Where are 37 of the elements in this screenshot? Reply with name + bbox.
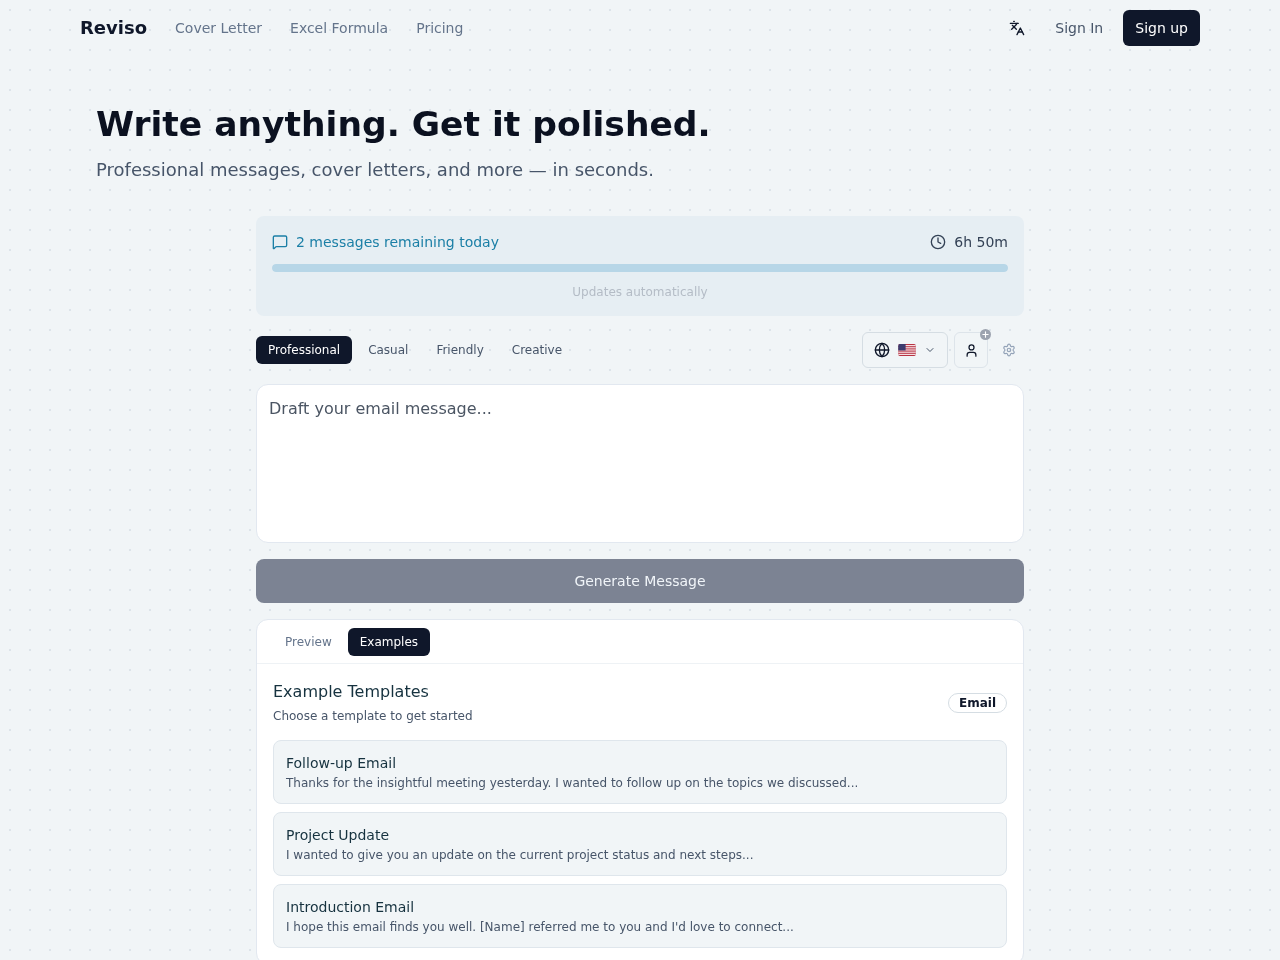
output-tab[interactable]: Examples: [347, 627, 431, 656]
nav-link[interactable]: Excel Formula: [290, 18, 389, 38]
chat-icon: [272, 234, 288, 250]
reset-timer: 6h 50m: [954, 233, 1008, 252]
message-input[interactable]: Draft your email message...: [256, 384, 1024, 543]
nav-link[interactable]: Cover Letter: [175, 18, 263, 38]
tone-tab[interactable]: Professional: [256, 336, 353, 364]
examples-title: Example Templates: [273, 681, 429, 703]
template-card[interactable]: Introduction Email I hope this email finds you well. [Name] referred me to you and I'd love to connect...: [273, 884, 1007, 948]
logo[interactable]: Reviso: [80, 14, 148, 42]
nav-link[interactable]: Pricing: [416, 18, 464, 38]
template-title: Follow-up Email: [286, 754, 397, 773]
template-title: Project Update: [286, 826, 390, 845]
template-title: Introduction Email: [286, 898, 415, 917]
template-preview: Thanks for the insightful meeting yesterday. I wanted to follow up on the topics we discussed...: [286, 775, 859, 791]
hero-title: Write anything. Get it polished.: [96, 104, 711, 144]
tone-tab[interactable]: Creative: [499, 336, 575, 364]
template-card[interactable]: Project Update I wanted to give you an update on the current project status and next steps...: [273, 812, 1007, 876]
person-icon: [963, 342, 979, 358]
language-select[interactable]: [862, 332, 948, 368]
sign-in-link[interactable]: Sign In: [1055, 18, 1104, 38]
person-button[interactable]: [954, 332, 988, 368]
clock-icon: [930, 234, 947, 250]
template-preview: I hope this email finds you well. [Name] referred me to you and I'd love to connect...: [286, 919, 794, 935]
output-tab[interactable]: Preview: [273, 627, 344, 656]
globe-icon: [874, 342, 890, 358]
tone-tab[interactable]: Casual: [356, 336, 421, 364]
hero-subtitle: Professional messages, cover letters, and more — in seconds.: [96, 158, 654, 182]
tone-tab[interactable]: Friendly: [424, 336, 496, 364]
translate-icon[interactable]: [1009, 20, 1026, 36]
template-card[interactable]: Follow-up Email Thanks for the insightful meeting yesterday. I wanted to follow up on the topics we discussed...: [273, 740, 1007, 804]
sign-up-button[interactable]: Sign up: [1123, 10, 1200, 46]
template-preview: I wanted to give you an update on the current project status and next steps...: [286, 847, 754, 863]
examples-subtitle: Choose a template to get started: [273, 708, 473, 724]
messages-remaining: 2 messages remaining today: [296, 233, 499, 252]
plus-badge-icon: [980, 329, 991, 340]
flag-icon: [898, 344, 916, 356]
